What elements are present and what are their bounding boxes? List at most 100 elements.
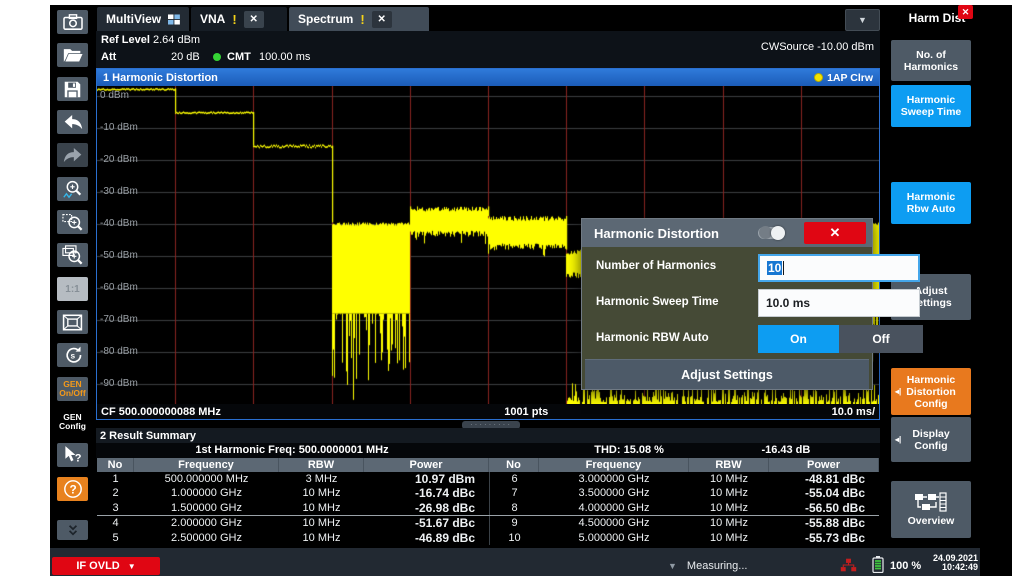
dialog-close-button[interactable]: ✕ <box>804 222 866 244</box>
save-icon[interactable] <box>57 77 88 101</box>
table-cell: 10 MHz <box>279 516 364 530</box>
table-row[interactable]: 1500.000000 MHz3 MHz10.97 dBm63.000000 G… <box>97 472 879 486</box>
att-value[interactable]: 20 dB <box>171 51 200 63</box>
sweep-points[interactable]: 1001 pts <box>504 406 548 418</box>
tab-vna[interactable]: VNA ! ✕ <box>191 7 287 31</box>
y-axis-label: -90 dBm <box>100 378 138 389</box>
y-axis-label: -30 dBm <box>100 186 138 197</box>
harmonic-rbw-auto-label: Harmonic RBW Auto <box>596 332 709 344</box>
y-axis-label: -20 dBm <box>100 154 138 165</box>
zoom-trace-icon[interactable] <box>57 177 88 201</box>
table-cell: 4 <box>97 516 134 530</box>
softkey-harmonic-sweep-time[interactable]: Harmonic Sweep Time <box>891 85 971 127</box>
submenu-arrow-icon: ◂| <box>895 386 901 398</box>
tab-dropdown-button[interactable]: ▼ <box>845 9 880 31</box>
table-row[interactable]: 21.000000 GHz10 MHz-16.74 dBc73.500000 G… <box>97 486 879 500</box>
number-of-harmonics-input[interactable]: 10 <box>758 254 920 282</box>
multi-zoom-icon[interactable] <box>57 243 88 267</box>
table-cell: 9 <box>489 516 539 530</box>
table-cell: 10 MHz <box>689 531 769 545</box>
y-axis-label: 0 dBm <box>100 90 129 101</box>
adjust-settings-button[interactable]: Adjust Settings <box>585 359 869 389</box>
help-pointer-icon[interactable]: ? <box>57 443 88 467</box>
harmonic-freq-row: 1st Harmonic Freq: 500.0000001 MHz THD: … <box>96 443 880 458</box>
tab-spectrum[interactable]: Spectrum ! ✕ <box>289 7 429 31</box>
table-row[interactable]: 42.000000 GHz10 MHz-51.67 dBc94.500000 G… <box>97 515 879 530</box>
datetime-display[interactable]: 24.09.2021 10:42:49 <box>924 554 978 572</box>
measuring-status[interactable]: ▼ Measuring... <box>668 560 747 572</box>
table-cell: -16.74 dBc <box>364 486 489 500</box>
table-row[interactable]: 52.500000 GHz10 MHz-46.89 dBc105.000000 … <box>97 531 879 545</box>
table-cell: 8 <box>489 501 539 515</box>
table-cell: 1.000000 GHz <box>134 486 279 500</box>
collapse-toolbar-icon[interactable] <box>57 520 88 540</box>
center-frequency[interactable]: CF 500.000000088 MHz <box>101 406 221 418</box>
gen-onoff-button[interactable]: GEN On/Off <box>57 377 88 401</box>
table-cell: 4.500000 GHz <box>539 516 689 530</box>
trace-color-icon <box>814 73 823 82</box>
softkey-harmonic-distortion-config[interactable]: ◂| Harmonic Distortion Config <box>891 368 971 415</box>
table-cell: 3 <box>97 501 134 515</box>
table-cell: -46.89 dBc <box>364 531 489 545</box>
cw-source-value[interactable]: CWSource -10.00 dBm <box>761 41 874 53</box>
time-per-division[interactable]: 10.0 ms/ <box>832 406 875 418</box>
tab-vna-close-button[interactable]: ✕ <box>244 11 264 28</box>
sweep-refresh-icon[interactable]: s <box>57 343 88 367</box>
ref-level-value[interactable]: 2.64 dBm <box>153 34 200 46</box>
table-cell: -55.73 dBc <box>769 531 879 545</box>
att-label: Att <box>101 51 116 63</box>
result-table-body: 1500.000000 MHz3 MHz10.97 dBm63.000000 G… <box>97 472 879 545</box>
y-axis-label: -70 dBm <box>100 314 138 325</box>
open-file-icon[interactable] <box>57 43 88 67</box>
display-frame-icon[interactable] <box>57 310 88 334</box>
table-cell: 10 MHz <box>689 501 769 515</box>
gen-config-button[interactable]: GEN Config <box>57 410 88 434</box>
table-cell: -26.98 dBc <box>364 501 489 515</box>
table-cell: 6 <box>489 472 539 486</box>
thd-db: -16.43 dB <box>723 444 848 456</box>
softkey-overview[interactable]: Overview <box>891 481 971 538</box>
table-column-header: Frequency <box>134 458 279 472</box>
zoom-selection-icon[interactable] <box>57 210 88 234</box>
multiview-grid-icon <box>168 14 180 25</box>
help-icon[interactable]: ? <box>57 477 88 501</box>
result-summary-title: 2 Result Summary <box>100 430 196 442</box>
table-cell: 3.000000 GHz <box>539 472 689 486</box>
trace-legend[interactable]: 1AP Clrw <box>814 72 873 84</box>
time-value: 10:42:49 <box>942 562 978 572</box>
softkey-menu-close-button[interactable]: ✕ <box>958 5 973 19</box>
battery-percent: 100 % <box>890 560 921 572</box>
softkey-no-of-harmonics[interactable]: No. of Harmonics <box>891 40 971 81</box>
table-cell: 2.000000 GHz <box>134 516 279 530</box>
cmt-value[interactable]: 100.00 ms <box>259 51 310 63</box>
tab-spectrum-close-button[interactable]: ✕ <box>372 11 392 28</box>
status-bar: IF OVLD ▼ ▼ Measuring... 100 % 24.09.202… <box>50 548 980 576</box>
result-summary-titlebar[interactable]: 2 Result Summary <box>96 428 880 443</box>
table-cell: 10 MHz <box>279 486 364 500</box>
ref-level-label: Ref Level <box>101 34 150 46</box>
table-row[interactable]: 31.500000 GHz10 MHz-26.98 dBc84.000000 G… <box>97 501 879 515</box>
table-cell: 7 <box>489 486 539 500</box>
dialog-transparency-toggle[interactable] <box>758 227 785 239</box>
table-cell: 10 MHz <box>279 531 364 545</box>
dialog-titlebar[interactable]: Harmonic Distortion ✕ <box>582 219 872 247</box>
first-harmonic-freq: 1st Harmonic Freq: 500.0000001 MHz <box>96 444 488 456</box>
network-status-icon <box>840 558 857 572</box>
softkey-harmonic-rbw-auto[interactable]: Harmonic Rbw Auto <box>891 182 971 224</box>
table-cell: 2.500000 GHz <box>134 531 279 545</box>
rbw-auto-on-button[interactable]: On <box>758 325 839 353</box>
att-auto-indicator <box>213 53 221 61</box>
svg-text:?: ? <box>74 452 81 464</box>
instrument-screen: 1:1 s GEN On/Off GEN Config ? ? MultiVie… <box>50 5 1012 576</box>
if-ovld-badge[interactable]: IF OVLD ▼ <box>52 557 160 575</box>
undo-icon[interactable] <box>57 110 88 134</box>
y-axis-label: -80 dBm <box>100 346 138 357</box>
harmonic-sweep-time-input[interactable]: 10.0 ms <box>758 289 920 317</box>
window1-titlebar[interactable]: 1 Harmonic Distortion 1AP Clrw <box>97 69 879 86</box>
table-cell: 5.000000 GHz <box>539 531 689 545</box>
softkey-display-config[interactable]: ◂| Display Config <box>891 417 971 462</box>
tab-multiview[interactable]: MultiView <box>97 7 189 31</box>
text-cursor <box>783 261 784 275</box>
rbw-auto-off-button[interactable]: Off <box>839 325 923 353</box>
camera-icon[interactable] <box>57 10 88 34</box>
